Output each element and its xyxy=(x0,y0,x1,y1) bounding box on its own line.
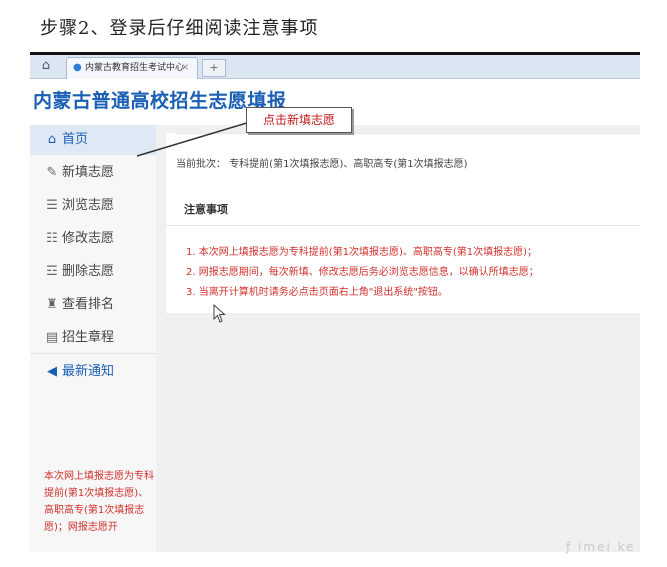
main-content: 当前批次： 专科提前(第1次填报志愿)、高职高专(第1次填报志愿) 注意事项 1… xyxy=(156,125,640,552)
sidebar-item-label: 删除志愿 xyxy=(62,264,115,279)
sidebar-item-delete[interactable]: ☲ 删除志愿 xyxy=(30,257,156,287)
sidebar-item-label: 最新通知 xyxy=(62,364,115,379)
notice-panel: 注意事项 1. 本次网上填报志愿为专科提前(第1次填报志愿)、高职高专(第1次填… xyxy=(166,185,640,313)
notice-item: 2. 网报志愿期间，每次新填、修改志愿后务必浏览志愿信息，以确认所填志愿； xyxy=(186,267,539,278)
browser-tab-title: 内蒙古教育招生考试中心 xyxy=(85,63,185,73)
document-icon: ▤ xyxy=(45,330,59,345)
browser-tab[interactable]: ● 内蒙古教育招生考试中心 × xyxy=(66,57,198,79)
watermark: ƒ imei ke xyxy=(566,540,636,554)
browser-tab-bar: ⌂ ● 内蒙古教育招生考试中心 × + xyxy=(30,55,640,79)
home-icon[interactable]: ⌂ xyxy=(36,58,56,74)
rank-icon: ♜ xyxy=(46,297,58,312)
notice-title: 注意事项 xyxy=(184,203,228,216)
browser-tab-icon: ● xyxy=(73,62,82,73)
list-icon: ☰ xyxy=(46,198,58,213)
sidebar-item-news[interactable]: ◀ 最新通知 xyxy=(30,357,156,387)
sidebar-item-charter[interactable]: ▤ 招生章程 xyxy=(30,323,156,353)
divider xyxy=(176,133,640,134)
notice-item: 1. 本次网上填报志愿为专科提前(第1次填报志愿)、高职高专(第1次填报志愿)； xyxy=(186,247,538,258)
step-heading: 步骤2、登录后仔细阅读注意事项 xyxy=(40,18,319,39)
edit-list-icon: ☷ xyxy=(46,231,58,246)
new-tab-button[interactable]: + xyxy=(202,59,226,77)
sidebar-item-label: 修改志愿 xyxy=(62,231,115,246)
sidebar-item-new[interactable]: ✎ 新填志愿 xyxy=(30,158,156,188)
sidebar-item-browse[interactable]: ☰ 浏览志愿 xyxy=(30,191,156,221)
sidebar: ⌂ 首页 ✎ 新填志愿 ☰ 浏览志愿 ☷ 修改志愿 ☲ 删除志愿 ♜ 查看排名 … xyxy=(30,125,156,552)
home-icon: ⌂ xyxy=(47,132,57,147)
sidebar-item-label: 浏览志愿 xyxy=(62,198,115,213)
mouse-cursor-icon xyxy=(213,304,226,323)
notice-item: 3. 当离开计算机时请务必点击页面右上角"退出系统"按钮。 xyxy=(186,287,448,298)
speaker-icon: ◀ xyxy=(47,364,57,379)
sidebar-divider xyxy=(30,353,156,354)
sidebar-item-home[interactable]: ⌂ 首页 xyxy=(30,125,156,155)
annotation-callout: 点击新填志愿 xyxy=(246,107,352,133)
sidebar-item-label: 首页 xyxy=(62,132,89,147)
batch-panel: 当前批次： 专科提前(第1次填报志愿)、高职高专(第1次填报志愿) xyxy=(166,133,640,185)
sidebar-item-modify[interactable]: ☷ 修改志愿 xyxy=(30,224,156,254)
sidebar-item-rank[interactable]: ♜ 查看排名 xyxy=(30,290,156,320)
current-batch-text: 当前批次： 专科提前(第1次填报志愿)、高职高专(第1次填报志愿) xyxy=(176,159,468,170)
sidebar-item-label: 招生章程 xyxy=(62,330,115,345)
delete-list-icon: ☲ xyxy=(46,264,58,279)
sidebar-item-label: 查看排名 xyxy=(62,297,115,312)
divider xyxy=(166,225,640,226)
close-tab-icon[interactable]: × xyxy=(181,58,189,78)
sidebar-notice-marquee: 本次网上填报志愿为专科提前(第1次填报志愿)、高职高专(第1次填报志愿)；网报志… xyxy=(44,471,154,533)
edit-icon: ✎ xyxy=(46,165,58,180)
sidebar-item-label: 新填志愿 xyxy=(62,165,115,180)
